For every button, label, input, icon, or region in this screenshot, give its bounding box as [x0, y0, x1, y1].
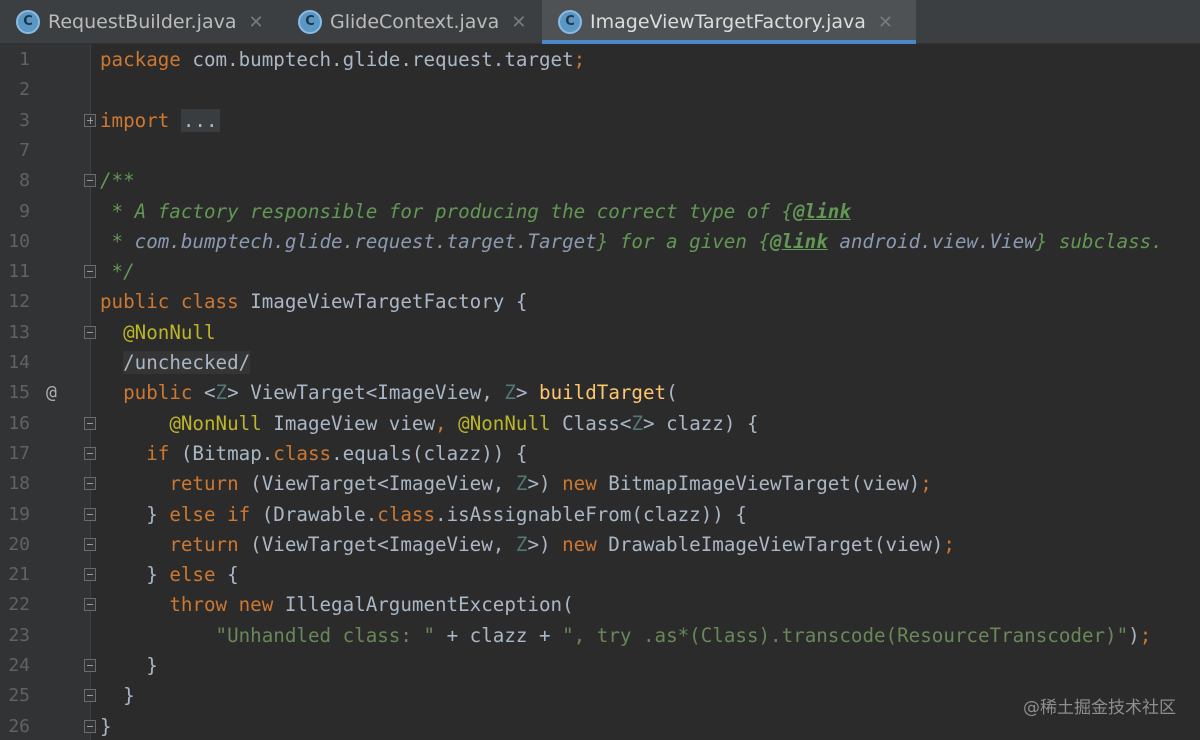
line-number: 2 — [19, 79, 30, 101]
code-text: @NonNull ImageView view, @NonNull Class<… — [169, 411, 759, 435]
code-text: } else { — [100, 563, 239, 587]
code-text: } — [100, 714, 112, 738]
code-line[interactable]: 18 return (ViewTarget<ImageView, Z>) new… — [0, 469, 1200, 499]
code-text: "Unhandled class: " + clazz + ", try .as… — [215, 623, 1152, 647]
line-number: 14 — [8, 352, 30, 373]
code-text: @NonNull — [123, 320, 216, 344]
fold-collapse-icon[interactable] — [84, 446, 96, 460]
code-editor[interactable]: 1 package com.bumptech.glide.request.targ… — [0, 44, 1200, 740]
code-text: return (ViewTarget<ImageView, Z>) new Dr… — [169, 532, 955, 556]
code-line[interactable]: 20 return (ViewTarget<ImageView, Z>) new… — [0, 530, 1200, 560]
fold-collapse-icon[interactable] — [84, 598, 96, 612]
code-text: } — [100, 684, 135, 708]
line-number: 19 — [8, 503, 30, 525]
code-line[interactable]: 21 } else { — [0, 560, 1200, 590]
fold-collapse-icon[interactable] — [84, 659, 96, 672]
line-number: 1 — [19, 49, 30, 70]
tab-label: ImageViewTargetFactory.java — [590, 11, 866, 33]
line-number: 23 — [8, 624, 30, 646]
fold-collapse-icon[interactable] — [84, 477, 96, 491]
line-number: 21 — [8, 564, 30, 586]
java-class-icon: C — [558, 10, 582, 34]
fold-collapse-icon[interactable] — [84, 537, 96, 551]
code-text: throw new IllegalArgumentException( — [169, 593, 574, 617]
fold-collapse-icon[interactable] — [84, 174, 96, 188]
line-number: 8 — [19, 170, 30, 192]
line-number: 18 — [8, 473, 30, 495]
line-number: 15 — [8, 382, 30, 404]
line-number: 24 — [8, 655, 30, 676]
editor-tab-bar: C RequestBuilder.java ✕ C GlideContext.j… — [0, 0, 1200, 44]
line-number: 12 — [8, 291, 30, 313]
close-icon[interactable]: ✕ — [511, 12, 526, 33]
tab-label: RequestBuilder.java — [48, 11, 237, 33]
code-line[interactable]: 25 } — [0, 681, 1200, 711]
code-text: import ... — [100, 108, 220, 132]
code-line[interactable]: 1 package com.bumptech.glide.request.targ… — [0, 45, 1200, 75]
code-line[interactable]: 10 * com.bumptech.glide.request.target.T… — [0, 227, 1200, 257]
line-number: 3 — [19, 109, 30, 131]
code-text: } else if (Drawable.class.isAssignableFr… — [100, 502, 747, 526]
close-icon[interactable]: ✕ — [248, 12, 263, 33]
code-text: public <Z> ViewTarget<ImageView, Z> buil… — [123, 381, 678, 405]
line-number: 10 — [8, 230, 30, 252]
watermark: @稀土掘金技术社区 — [1023, 698, 1176, 718]
code-line[interactable]: 7 — [0, 136, 1200, 166]
code-line[interactable]: 2 — [0, 75, 1200, 105]
code-line[interactable]: 14 /unchecked/ — [0, 348, 1200, 378]
line-number: 22 — [8, 594, 30, 616]
line-number: 13 — [8, 321, 30, 343]
java-class-icon: C — [298, 10, 322, 34]
fold-collapse-icon[interactable] — [84, 507, 96, 521]
code-text: /** — [100, 169, 135, 193]
fold-collapse-icon[interactable] — [84, 719, 96, 733]
fold-collapse-icon[interactable] — [84, 265, 96, 279]
code-line[interactable]: 24 } — [0, 651, 1200, 681]
code-line[interactable]: 9 * A factory responsible for producing … — [0, 197, 1200, 227]
code-line[interactable]: 12 public class ImageViewTargetFactory { — [0, 287, 1200, 317]
code-line[interactable]: 17 if (Bitmap.class.equals(clazz)) { — [0, 439, 1200, 469]
line-number: 7 — [19, 139, 30, 161]
line-number: 17 — [8, 442, 30, 464]
code-line[interactable]: 23 "Unhandled class: " + clazz + ", try … — [0, 621, 1200, 651]
fold-collapse-icon[interactable] — [84, 689, 96, 703]
line-number: 20 — [8, 533, 30, 555]
line-number: 16 — [8, 412, 30, 434]
code-line[interactable]: 8 /** — [0, 166, 1200, 196]
code-line[interactable]: 16 @NonNull ImageView view, @NonNull Cla… — [0, 409, 1200, 439]
override-marker-icon[interactable]: @ — [46, 378, 57, 408]
code-text: package com.bumptech.glide.request.targe… — [100, 48, 586, 71]
code-text: */ — [100, 260, 135, 284]
tab-glidecontext[interactable]: C GlideContext.java ✕ — [282, 0, 540, 44]
code-text: } — [100, 654, 158, 677]
tab-label: GlideContext.java — [330, 11, 500, 33]
code-line[interactable]: 15 @ public <Z> ViewTarget<ImageView, Z> … — [0, 378, 1200, 408]
code-text: /unchecked/ — [123, 351, 251, 374]
code-text: public class ImageViewTargetFactory { — [100, 290, 528, 314]
code-line[interactable]: 19 } else if (Drawable.class.isAssignabl… — [0, 500, 1200, 530]
code-line[interactable]: 11 */ — [0, 257, 1200, 287]
code-text: return (ViewTarget<ImageView, Z>) new Bi… — [169, 472, 932, 496]
code-line[interactable]: 13 @NonNull — [0, 318, 1200, 348]
line-number: 25 — [8, 685, 30, 707]
code-text: * com.bumptech.glide.request.target.Targ… — [100, 229, 1163, 253]
line-number: 9 — [19, 200, 30, 222]
code-line[interactable]: 26} — [0, 712, 1200, 740]
close-icon[interactable]: ✕ — [878, 12, 893, 33]
code-text: * A factory responsible for producing th… — [100, 199, 851, 223]
tab-requestbuilder[interactable]: C RequestBuilder.java ✕ — [0, 0, 280, 44]
fold-expand-icon[interactable] — [84, 113, 96, 127]
fold-collapse-icon[interactable] — [84, 568, 96, 582]
java-class-icon: C — [16, 10, 40, 34]
tab-imageviewtargetfactory[interactable]: C ImageViewTargetFactory.java ✕ — [542, 0, 916, 44]
code-line[interactable]: 3 import ... — [0, 106, 1200, 136]
line-number: 26 — [8, 715, 30, 737]
line-number: 11 — [8, 261, 30, 283]
code-line[interactable]: 22 throw new IllegalArgumentException( — [0, 590, 1200, 620]
code-text: if (Bitmap.class.equals(clazz)) { — [146, 441, 528, 465]
fold-collapse-icon[interactable] — [84, 325, 96, 339]
fold-collapse-icon[interactable] — [84, 416, 96, 430]
